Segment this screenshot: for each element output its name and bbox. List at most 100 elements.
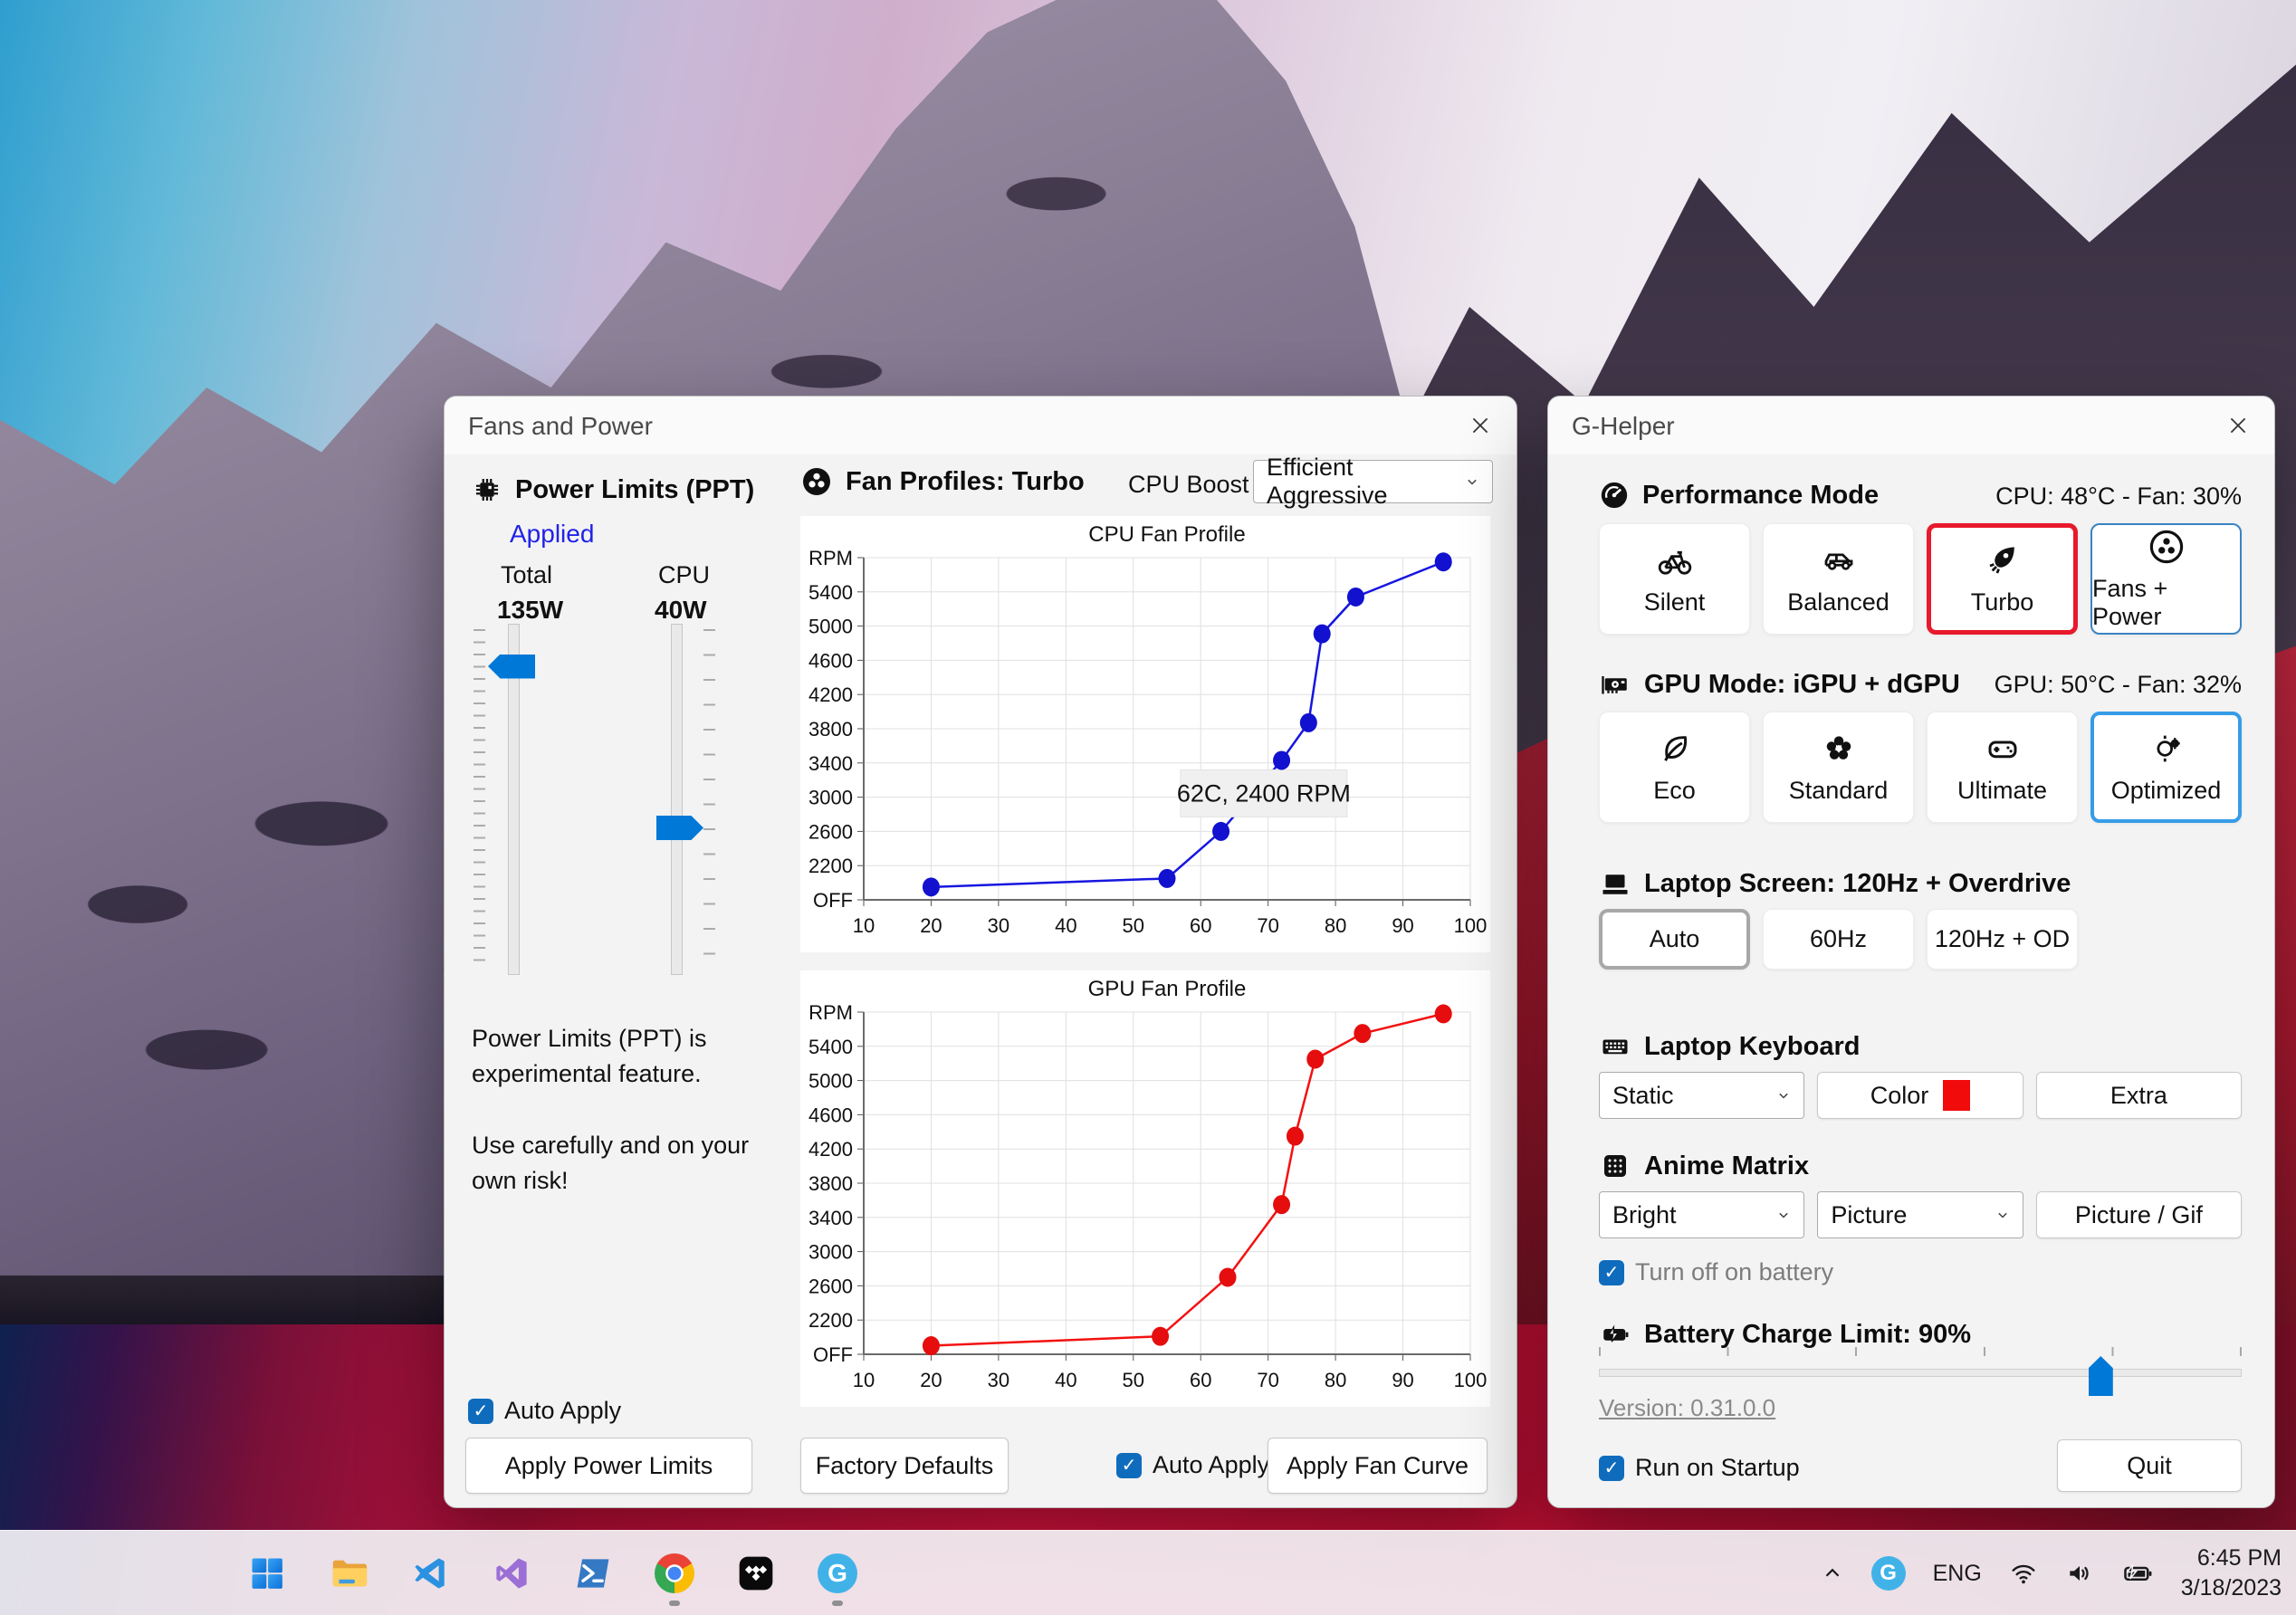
cpu-temp-status: CPU: 48°C - Fan: 30% — [1995, 483, 2242, 510]
powershell-button[interactable] — [563, 1539, 623, 1608]
run-on-startup-label: Run on Startup — [1635, 1454, 1800, 1481]
svg-text:60: 60 — [1190, 914, 1211, 937]
apply-fan-curve-button[interactable]: Apply Fan Curve — [1268, 1438, 1488, 1494]
fans-titlebar[interactable]: Fans and Power — [445, 397, 1516, 454]
svg-text:4200: 4200 — [808, 683, 853, 706]
cpu-slider-thumb[interactable] — [656, 816, 703, 841]
matrix-grid-icon — [1604, 1155, 1626, 1177]
mode-button-balanced[interactable]: Balanced — [1763, 523, 1914, 635]
anime-brightness-select[interactable]: Bright — [1599, 1191, 1805, 1238]
fan-auto-apply-checkbox[interactable]: ✓ Auto Apply — [1116, 1451, 1269, 1479]
svg-text:OFF: OFF — [813, 889, 853, 912]
clock-time: 6:45 PM — [2196, 1545, 2282, 1571]
total-slider-ticks — [474, 629, 485, 970]
ghelper-window-title: G-Helper — [1572, 412, 1675, 440]
language-indicator[interactable]: ENG — [1933, 1561, 1982, 1587]
tray-chevron-up-icon[interactable] — [1821, 1562, 1844, 1585]
keyboard-color-swatch — [1943, 1080, 1971, 1111]
close-button[interactable] — [1460, 407, 1500, 444]
running-indicator — [832, 1601, 843, 1606]
cpu-boost-select[interactable]: Efficient Aggressive — [1253, 454, 1493, 509]
desktop: Fans and Power Power Limits (PPT) Applie… — [0, 0, 2296, 1615]
taskbar-clock[interactable]: 6:45 PM 3/18/2023 — [2181, 1543, 2282, 1603]
chevron-down-icon — [1779, 1093, 1789, 1099]
svg-text:5000: 5000 — [808, 616, 853, 638]
fans-window-title: Fans and Power — [468, 412, 653, 440]
start-button[interactable] — [237, 1539, 297, 1608]
screen-button-60hz[interactable]: 60Hz — [1763, 909, 1914, 970]
svg-text:GPU Fan Profile: GPU Fan Profile — [1088, 977, 1247, 1001]
gpu-fan-profile-chart[interactable]: 10 20 30 40 50 60 70 80 90 100 OFF 2200 2600 3000 3400… — [800, 970, 1490, 1407]
keyboard-color-button[interactable]: Color — [1817, 1072, 2023, 1119]
version-link[interactable]: Version: 0.31.0.0 — [1599, 1394, 1775, 1422]
svg-text:CPU Fan Profile: CPU Fan Profile — [1088, 522, 1245, 547]
svg-text:50: 50 — [1123, 1369, 1144, 1391]
turn-off-on-battery-checkbox[interactable]: ✓ Turn off on battery — [1599, 1258, 1833, 1286]
quit-button[interactable]: Quit — [2057, 1439, 2242, 1492]
power-limits-heading: Power Limits (PPT) — [472, 474, 754, 505]
svg-text:80: 80 — [1325, 914, 1346, 937]
keyboard-extra-button[interactable]: Extra — [2035, 1072, 2242, 1119]
mode-button-turbo[interactable]: Turbo — [1927, 523, 2078, 635]
wifi-icon[interactable] — [2009, 1559, 2038, 1588]
volume-icon[interactable] — [2065, 1559, 2094, 1588]
run-on-startup-checkbox[interactable]: ✓ Run on Startup — [1599, 1454, 1800, 1482]
vscode-button[interactable] — [400, 1539, 460, 1608]
bulb-gear-icon — [2157, 735, 2180, 762]
svg-text:50: 50 — [1123, 914, 1144, 937]
applied-link[interactable]: Applied — [510, 520, 594, 549]
visual-studio-button[interactable] — [482, 1539, 541, 1608]
svg-text:RPM: RPM — [808, 1001, 853, 1024]
chrome-icon — [655, 1553, 694, 1593]
battery-slider-thumb[interactable] — [2088, 1356, 2113, 1396]
taskbar: G G ENG 6:45 PM 3/18/2023 — [0, 1530, 2296, 1615]
gpu-button-optimized[interactable]: Optimized — [2090, 712, 2242, 823]
file-explorer-button[interactable] — [319, 1539, 378, 1608]
taskbar-tray: G ENG 6:45 PM 3/18/2023 — [1821, 1531, 2282, 1615]
fan-icon — [803, 468, 830, 495]
power-auto-apply-checkbox[interactable]: ✓ Auto Apply — [468, 1397, 621, 1425]
anime-mode-select[interactable]: Picture — [1817, 1191, 2023, 1238]
total-slider-thumb[interactable] — [488, 654, 535, 679]
gpu-fan-chart-panel: 10 20 30 40 50 60 70 80 90 100 OFF 2200 2600 3000 3400… — [800, 970, 1490, 1407]
ghelper-window: G-Helper Performance Mode CPU: 48°C - Fa… — [1547, 396, 2275, 1508]
battery-charging-icon[interactable] — [2121, 1557, 2154, 1590]
svg-text:90: 90 — [1392, 914, 1413, 937]
fan-icon — [2149, 530, 2183, 563]
close-icon — [2230, 417, 2246, 434]
mode-button-fans-power[interactable]: Fans + Power — [2090, 523, 2242, 635]
total-power-slider[interactable] — [474, 624, 541, 975]
cpu-slider-track[interactable] — [671, 624, 683, 975]
keyboard-mode-select[interactable]: Static — [1599, 1072, 1805, 1119]
cpu-fan-profile-chart[interactable]: 10 20 30 40 50 60 70 80 90 100 OFF 2200 2600 3000 3400… — [800, 516, 1490, 952]
chevron-down-icon — [1779, 1212, 1789, 1218]
gpu-button-ultimate[interactable]: Ultimate — [1927, 712, 2078, 823]
total-label: Total — [501, 561, 553, 588]
battery-charge-slider[interactable] — [1599, 1347, 2243, 1401]
visual-studio-icon — [496, 1558, 527, 1589]
svg-text:2200: 2200 — [808, 855, 853, 877]
svg-text:20: 20 — [920, 914, 942, 937]
svg-text:4600: 4600 — [808, 1104, 853, 1126]
screen-button-120hz-od[interactable]: 120Hz + OD — [1927, 909, 2078, 970]
tidal-button[interactable] — [726, 1539, 786, 1608]
ghelper-taskbar-button[interactable]: G — [808, 1539, 867, 1608]
gpu-button-standard[interactable]: Standard — [1763, 712, 1914, 823]
svg-text:62C, 2400 RPM: 62C, 2400 RPM — [1177, 779, 1351, 807]
chrome-button[interactable] — [645, 1539, 704, 1608]
battery-slider-track[interactable] — [1599, 1369, 2242, 1377]
ghelper-titlebar[interactable]: G-Helper — [1548, 397, 2274, 454]
checkbox-check-icon: ✓ — [1116, 1452, 1142, 1478]
mode-button-silent[interactable]: Silent — [1599, 523, 1750, 635]
close-button[interactable] — [2218, 407, 2258, 444]
cpu-power-slider[interactable] — [649, 624, 715, 975]
ghelper-tray-icon[interactable]: G — [1870, 1556, 1906, 1591]
checkbox-check-icon: ✓ — [1599, 1455, 1624, 1481]
svg-text:4200: 4200 — [808, 1138, 853, 1161]
anime-picture-gif-button[interactable]: Picture / Gif — [2035, 1191, 2242, 1238]
screen-button-auto[interactable]: Auto — [1599, 909, 1750, 970]
svg-text:100: 100 — [1454, 1369, 1488, 1391]
factory-defaults-button[interactable]: Factory Defaults — [800, 1438, 1009, 1494]
apply-power-limits-button[interactable]: Apply Power Limits — [465, 1438, 752, 1494]
gpu-button-eco[interactable]: Eco — [1599, 712, 1750, 823]
